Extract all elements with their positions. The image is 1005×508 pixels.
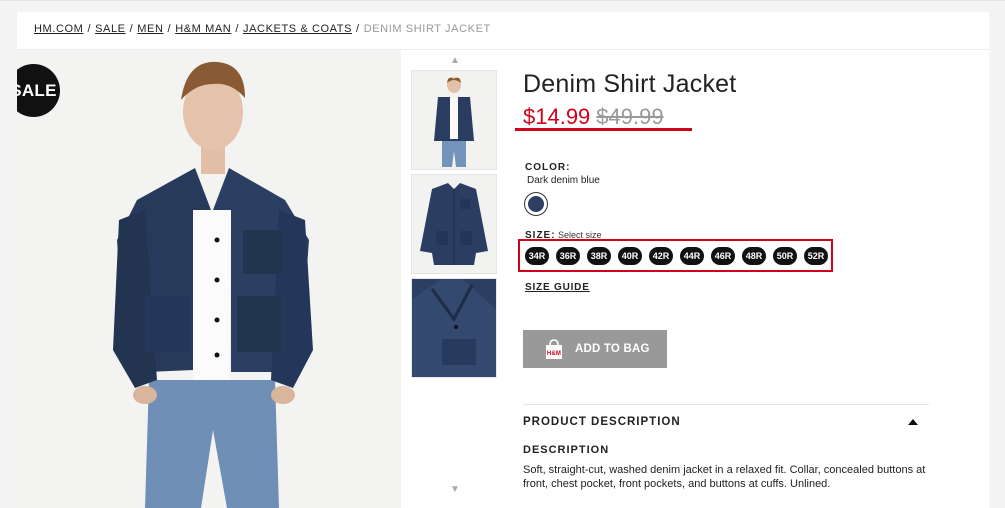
price: $14.99 $49.99 (523, 104, 664, 130)
size-option-42r[interactable]: 42R (649, 247, 673, 265)
divider (523, 404, 929, 405)
breadcrumb-sale[interactable]: SALE (95, 23, 126, 35)
breadcrumb-jackets-coats[interactable]: JACKETS & COATS (243, 23, 352, 35)
add-to-bag-label: ADD TO BAG (575, 343, 650, 355)
product-page: HM.COM / SALE / MEN / H&M MAN / JACKETS & COATS /… (17, 12, 989, 508)
top-border (0, 0, 1005, 1)
size-option-48r[interactable]: 48R (742, 247, 766, 265)
breadcrumb-current: DENIM SHIRT JACKET (363, 23, 491, 35)
price-highlight-underline (515, 128, 692, 131)
size-option-46r[interactable]: 46R (711, 247, 735, 265)
thumbnail-2[interactable] (411, 174, 497, 274)
shopping-bag-icon: H&M (546, 339, 562, 359)
size-option-50r[interactable]: 50R (773, 247, 797, 265)
chevron-down-icon[interactable]: ▼ (449, 485, 461, 495)
thumbnail-image (412, 279, 496, 377)
color-value: Dark denim blue (527, 175, 600, 186)
color-label: COLOR: (525, 162, 571, 173)
bag-logo-text: H&M (547, 351, 561, 357)
thumbnail-image (412, 175, 496, 273)
thumbnail-1[interactable] (411, 70, 497, 170)
size-option-52r[interactable]: 52R (804, 247, 828, 265)
thumbnail-3[interactable] (411, 278, 497, 378)
size-option-38r[interactable]: 38R (587, 247, 611, 265)
product-description-header[interactable]: PRODUCT DESCRIPTION (523, 416, 681, 428)
breadcrumb-home[interactable]: HM.COM (34, 23, 83, 35)
breadcrumb-men[interactable]: MEN (137, 23, 163, 35)
color-swatch-dark-denim-blue[interactable] (524, 192, 548, 216)
size-guide-link[interactable]: SIZE GUIDE (525, 282, 590, 293)
chevron-up-icon[interactable]: ▲ (449, 56, 461, 66)
size-option-40r[interactable]: 40R (618, 247, 642, 265)
breadcrumb: HM.COM / SALE / MEN / H&M MAN / JACKETS & COATS /… (34, 23, 491, 35)
thumbnail-image (412, 71, 496, 169)
original-price: $49.99 (596, 104, 664, 129)
breadcrumb-hm-man[interactable]: H&M MAN (175, 23, 231, 35)
product-title: Denim Shirt Jacket (523, 70, 737, 98)
sale-price: $14.99 (523, 104, 591, 129)
size-selector: 34R 36R 38R 40R 42R 44R 46R 48R 50R 52R (525, 247, 828, 265)
size-option-34r[interactable]: 34R (525, 247, 549, 265)
collapse-triangle-icon[interactable] (908, 419, 918, 425)
main-product-image[interactable] (17, 50, 401, 508)
model-photo (17, 50, 401, 508)
size-option-36r[interactable]: 36R (556, 247, 580, 265)
description-text: Soft, straight-cut, washed denim jacket … (523, 464, 926, 490)
swatch-fill (528, 196, 544, 212)
description-subtitle: DESCRIPTION (523, 444, 610, 456)
size-option-44r[interactable]: 44R (680, 247, 704, 265)
add-to-bag-button[interactable]: H&M ADD TO BAG (523, 330, 667, 368)
